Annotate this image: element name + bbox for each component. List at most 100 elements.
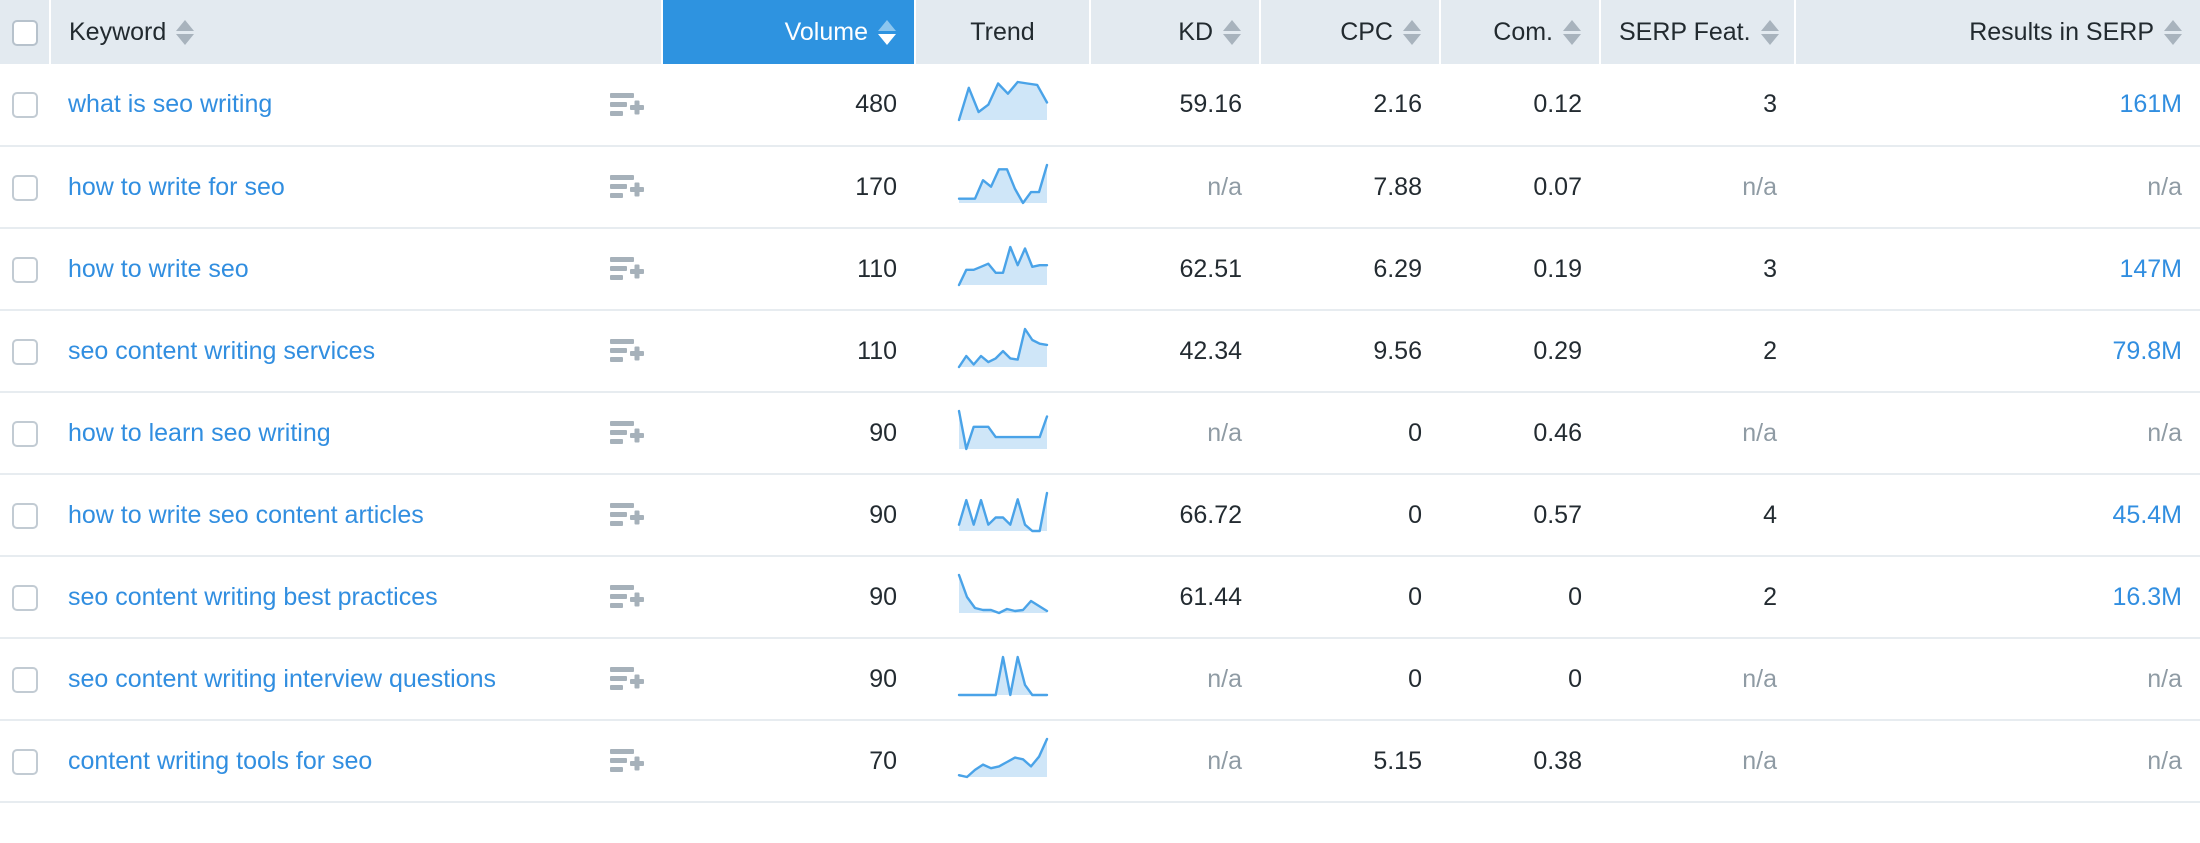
select-all-header-cell[interactable]: [0, 0, 50, 64]
column-header-results[interactable]: Results in SERP: [1795, 0, 2200, 64]
keyword-link[interactable]: seo content writing best practices: [68, 583, 438, 612]
keyword-cell-inner: how to learn seo writing: [68, 419, 644, 448]
competition-cell: 0.38: [1440, 720, 1600, 802]
results-in-serp-cell: 161M: [1795, 64, 2200, 146]
results-in-serp-link[interactable]: 161M: [2119, 90, 2182, 118]
column-header-trend[interactable]: Trend: [915, 0, 1090, 64]
keyword-cell-inner: seo content writing interview questions: [68, 665, 644, 694]
keyword-link[interactable]: how to write seo content articles: [68, 501, 424, 530]
cpc-cell: 0: [1260, 556, 1440, 638]
trend-sparkline: [955, 161, 1051, 214]
sort-arrows-icon[interactable]: [176, 20, 194, 45]
keyword-cell-inner: how to write seo content articles: [68, 501, 644, 530]
table-row[interactable]: seo content writing best practices9061.4…: [0, 556, 2200, 638]
row-select-cell[interactable]: [0, 720, 50, 802]
kd-cell: 61.44: [1090, 556, 1260, 638]
competition-cell: 0: [1440, 556, 1600, 638]
serp-features-cell: 3: [1600, 228, 1795, 310]
sort-arrows-icon[interactable]: [1223, 20, 1241, 45]
trend-cell: [915, 392, 1090, 474]
table-row[interactable]: what is seo writing48059.162.160.123161M: [0, 64, 2200, 146]
row-checkbox[interactable]: [12, 749, 38, 775]
kd-cell: n/a: [1090, 720, 1260, 802]
select-all-checkbox[interactable]: [12, 20, 38, 46]
row-checkbox[interactable]: [12, 421, 38, 447]
table-row[interactable]: how to learn seo writing90n/a00.46n/an/a: [0, 392, 2200, 474]
sort-arrows-icon[interactable]: [2164, 20, 2182, 45]
keyword-link[interactable]: how to write seo: [68, 255, 249, 284]
keyword-cell-inner: content writing tools for seo: [68, 747, 644, 776]
keyword-link[interactable]: how to learn seo writing: [68, 419, 331, 448]
row-select-cell[interactable]: [0, 392, 50, 474]
column-header-inner: Volume: [785, 18, 896, 47]
table-row[interactable]: seo content writing interview questions9…: [0, 638, 2200, 720]
column-header-serp[interactable]: SERP Feat.: [1600, 0, 1795, 64]
row-checkbox[interactable]: [12, 503, 38, 529]
row-checkbox[interactable]: [12, 585, 38, 611]
keyword-cell-inner: seo content writing services: [68, 337, 644, 366]
keyword-link[interactable]: seo content writing interview questions: [68, 665, 496, 694]
serp-features-cell: n/a: [1600, 392, 1795, 474]
row-select-cell[interactable]: [0, 310, 50, 392]
table-row[interactable]: how to write seo content articles9066.72…: [0, 474, 2200, 556]
table-row[interactable]: how to write seo11062.516.290.193147M: [0, 228, 2200, 310]
add-to-keyword-list-icon[interactable]: [610, 419, 644, 447]
column-header-keyword[interactable]: Keyword: [50, 0, 662, 64]
serp-features-cell: 4: [1600, 474, 1795, 556]
results-in-serp-cell: 79.8M: [1795, 310, 2200, 392]
results-in-serp-link[interactable]: 16.3M: [2113, 583, 2182, 611]
results-in-serp-link[interactable]: 147M: [2119, 255, 2182, 283]
row-checkbox[interactable]: [12, 257, 38, 283]
cpc-cell: 0: [1260, 474, 1440, 556]
competition-cell: 0.57: [1440, 474, 1600, 556]
results-in-serp-link[interactable]: 79.8M: [2113, 337, 2182, 365]
table-row[interactable]: how to write for seo170n/a7.880.07n/an/a: [0, 146, 2200, 228]
add-to-keyword-list-icon[interactable]: [610, 501, 644, 529]
keyword-cell: seo content writing services: [50, 310, 662, 392]
column-header-volume[interactable]: Volume: [662, 0, 915, 64]
keyword-link[interactable]: seo content writing services: [68, 337, 375, 366]
serp-features-cell: n/a: [1600, 720, 1795, 802]
row-select-cell[interactable]: [0, 474, 50, 556]
trend-sparkline: [955, 489, 1051, 542]
sort-arrows-icon[interactable]: [1563, 20, 1581, 45]
table-row[interactable]: seo content writing services11042.349.56…: [0, 310, 2200, 392]
row-select-cell[interactable]: [0, 228, 50, 310]
row-select-cell[interactable]: [0, 556, 50, 638]
sort-arrows-icon[interactable]: [1403, 20, 1421, 45]
row-checkbox[interactable]: [12, 667, 38, 693]
row-checkbox[interactable]: [12, 339, 38, 365]
column-header-inner: CPC: [1340, 18, 1421, 47]
add-to-keyword-list-icon[interactable]: [610, 747, 644, 775]
add-to-keyword-list-icon[interactable]: [610, 91, 644, 119]
sort-arrows-icon[interactable]: [1761, 20, 1779, 45]
row-select-cell[interactable]: [0, 638, 50, 720]
table-body: what is seo writing48059.162.160.123161M…: [0, 64, 2200, 802]
add-to-keyword-list-icon[interactable]: [610, 583, 644, 611]
column-header-label: Volume: [785, 18, 868, 47]
add-to-keyword-list-icon[interactable]: [610, 337, 644, 365]
keyword-link[interactable]: how to write for seo: [68, 173, 285, 202]
table-row[interactable]: content writing tools for seo70n/a5.150.…: [0, 720, 2200, 802]
serp-features-cell: 2: [1600, 556, 1795, 638]
row-select-cell[interactable]: [0, 64, 50, 146]
sort-arrows-icon[interactable]: [878, 20, 896, 45]
row-checkbox[interactable]: [12, 175, 38, 201]
keyword-cell: content writing tools for seo: [50, 720, 662, 802]
results-in-serp-link[interactable]: 45.4M: [2113, 501, 2182, 529]
results-in-serp-cell: n/a: [1795, 146, 2200, 228]
serp-features-cell: 2: [1600, 310, 1795, 392]
row-checkbox[interactable]: [12, 92, 38, 118]
add-to-keyword-list-icon[interactable]: [610, 255, 644, 283]
column-header-inner: Results in SERP: [1969, 18, 2182, 47]
column-header-cpc[interactable]: CPC: [1260, 0, 1440, 64]
keyword-link[interactable]: what is seo writing: [68, 90, 272, 119]
trend-cell: [915, 146, 1090, 228]
add-to-keyword-list-icon[interactable]: [610, 173, 644, 201]
trend-cell: [915, 310, 1090, 392]
column-header-kd[interactable]: KD: [1090, 0, 1260, 64]
row-select-cell[interactable]: [0, 146, 50, 228]
add-to-keyword-list-icon[interactable]: [610, 665, 644, 693]
column-header-com[interactable]: Com.: [1440, 0, 1600, 64]
keyword-link[interactable]: content writing tools for seo: [68, 747, 372, 776]
